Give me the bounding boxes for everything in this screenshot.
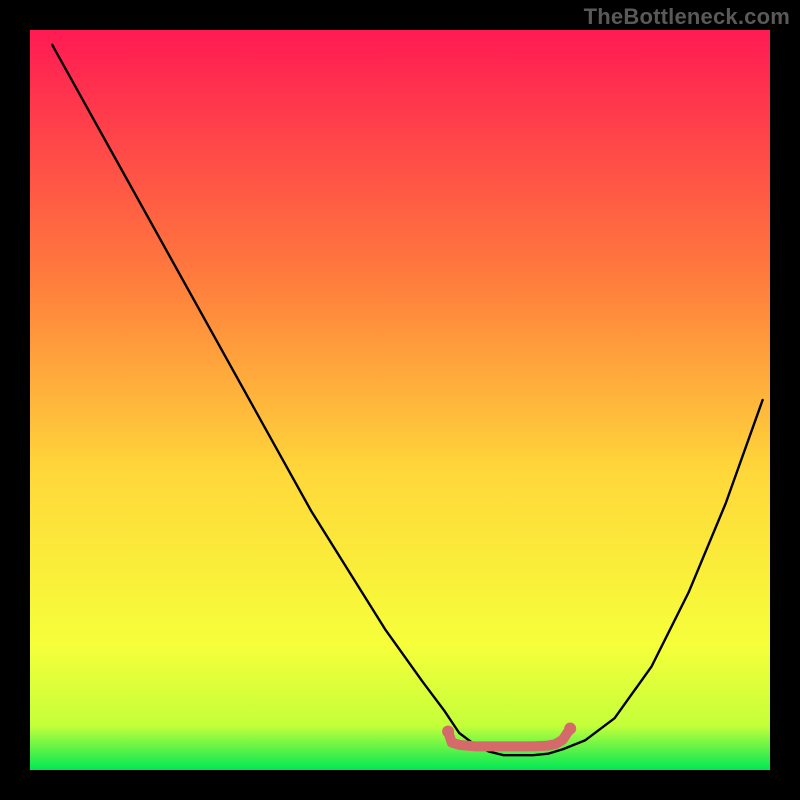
chart-frame: TheBottleneck.com xyxy=(0,0,800,800)
gradient-background xyxy=(30,30,770,770)
optimal-marker-start-dot xyxy=(442,726,454,738)
plot-area xyxy=(30,30,770,770)
chart-svg xyxy=(30,30,770,770)
optimal-marker-end-dot xyxy=(564,723,576,735)
watermark-text: TheBottleneck.com xyxy=(584,4,790,30)
